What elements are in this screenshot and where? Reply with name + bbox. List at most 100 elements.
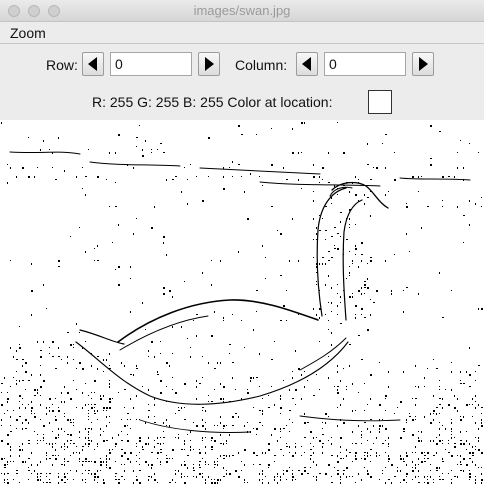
edge-pixel [415, 476, 416, 478]
edge-pixel [16, 371, 17, 372]
edge-pixel [367, 404, 368, 405]
edge-pixel [145, 443, 147, 445]
row-prev-button[interactable] [82, 52, 104, 76]
edge-pixel [418, 293, 419, 295]
edge-pixel [187, 467, 188, 469]
edge-pixel [415, 386, 416, 387]
edge-pixel [70, 344, 72, 346]
edge-pixel [157, 437, 158, 439]
edge-pixel [325, 239, 326, 240]
edge-pixel [340, 236, 341, 237]
edge-pixel [127, 425, 128, 426]
edge-pixel [331, 443, 332, 445]
edge-pixel [88, 461, 90, 462]
edge-pixel [148, 350, 149, 352]
edge-pixel [142, 446, 143, 448]
edge-pixel [379, 455, 380, 456]
edge-pixel [85, 443, 86, 445]
edge-pixel [319, 317, 320, 319]
edge-pixel [115, 473, 117, 474]
edge-pixel [373, 425, 374, 427]
image-canvas[interactable] [0, 120, 484, 484]
edge-pixel [280, 395, 281, 397]
edge-pixel [424, 377, 425, 379]
edge-pixel [136, 476, 137, 477]
edge-pixel [376, 455, 377, 457]
edge-pixel [88, 437, 89, 439]
edge-pixel [415, 416, 416, 417]
edge-pixel [82, 167, 83, 168]
edge-pixel [43, 434, 44, 435]
edge-pixel [85, 470, 86, 471]
edge-pixel [118, 284, 120, 286]
column-prev-button[interactable] [296, 52, 318, 76]
edge-pixel [289, 446, 290, 448]
edge-pixel [121, 449, 123, 450]
edge-pixel [448, 404, 450, 406]
edge-pixel [364, 452, 366, 453]
edge-pixel [172, 179, 174, 180]
edge-pixel [463, 383, 465, 384]
edge-pixel [76, 368, 77, 369]
edge-pixel [364, 458, 366, 460]
edge-pixel [103, 440, 105, 442]
edge-pixel [391, 464, 393, 466]
edge-pixel [31, 374, 32, 376]
edge-pixel [268, 449, 270, 451]
edge-pixel [460, 380, 461, 381]
edge-pixel [289, 431, 290, 432]
edge-pixel [412, 398, 413, 399]
edge-pixel [28, 404, 29, 405]
edge-pixel [442, 461, 444, 462]
edge-pixel [37, 392, 38, 394]
edge-pixel [373, 302, 375, 303]
edge-pixel [40, 479, 41, 481]
edge-pixel [115, 476, 116, 477]
menu-zoom[interactable]: Zoom [10, 25, 46, 41]
edge-pixel [433, 419, 434, 421]
column-next-button[interactable] [412, 52, 434, 76]
color-readout: R: 255 G: 255 B: 255 Color at location: [92, 94, 333, 110]
edge-pixel [214, 368, 216, 369]
edge-pixel [109, 422, 110, 423]
edge-pixel [346, 239, 348, 240]
edge-pixel [391, 293, 392, 295]
edge-pixel [91, 365, 92, 367]
edge-pixel [52, 167, 53, 168]
edge-pixel [94, 248, 95, 249]
edge-pixel [130, 428, 131, 429]
edge-pixel [109, 407, 111, 409]
edge-pixel [295, 443, 296, 444]
edge-pixel [103, 359, 104, 361]
edge-pixel [244, 479, 245, 481]
edge-pixel [478, 437, 479, 439]
edge-pixel [436, 467, 438, 469]
edge-pixel [286, 290, 287, 291]
edge-pixel [262, 425, 263, 426]
edge-pixel [4, 413, 5, 414]
edge-pixel [292, 455, 294, 457]
edge-pixel [22, 461, 24, 463]
edge-pixel [202, 407, 204, 408]
edge-pixel [460, 461, 461, 463]
edge-pixel [19, 407, 20, 409]
edge-pixel [475, 407, 476, 409]
edge-pixel [145, 329, 146, 330]
edge-pixel [481, 407, 483, 408]
edge-pixel [58, 137, 59, 139]
edge-pixel [457, 167, 458, 169]
column-input[interactable] [324, 52, 406, 76]
edge-pixel [340, 437, 342, 439]
edge-pixel [133, 374, 134, 376]
row-next-button[interactable] [198, 52, 220, 76]
edge-pixel [328, 329, 329, 330]
edge-pixel [109, 152, 110, 154]
edge-pixel [124, 464, 125, 465]
edge-pixel [259, 464, 261, 465]
edge-pixel [1, 404, 3, 406]
edge-pixel [346, 449, 347, 451]
edge-pixel [262, 452, 263, 454]
edge-pixel [385, 194, 386, 196]
edge-pixel [109, 452, 111, 454]
row-input[interactable] [110, 52, 192, 76]
